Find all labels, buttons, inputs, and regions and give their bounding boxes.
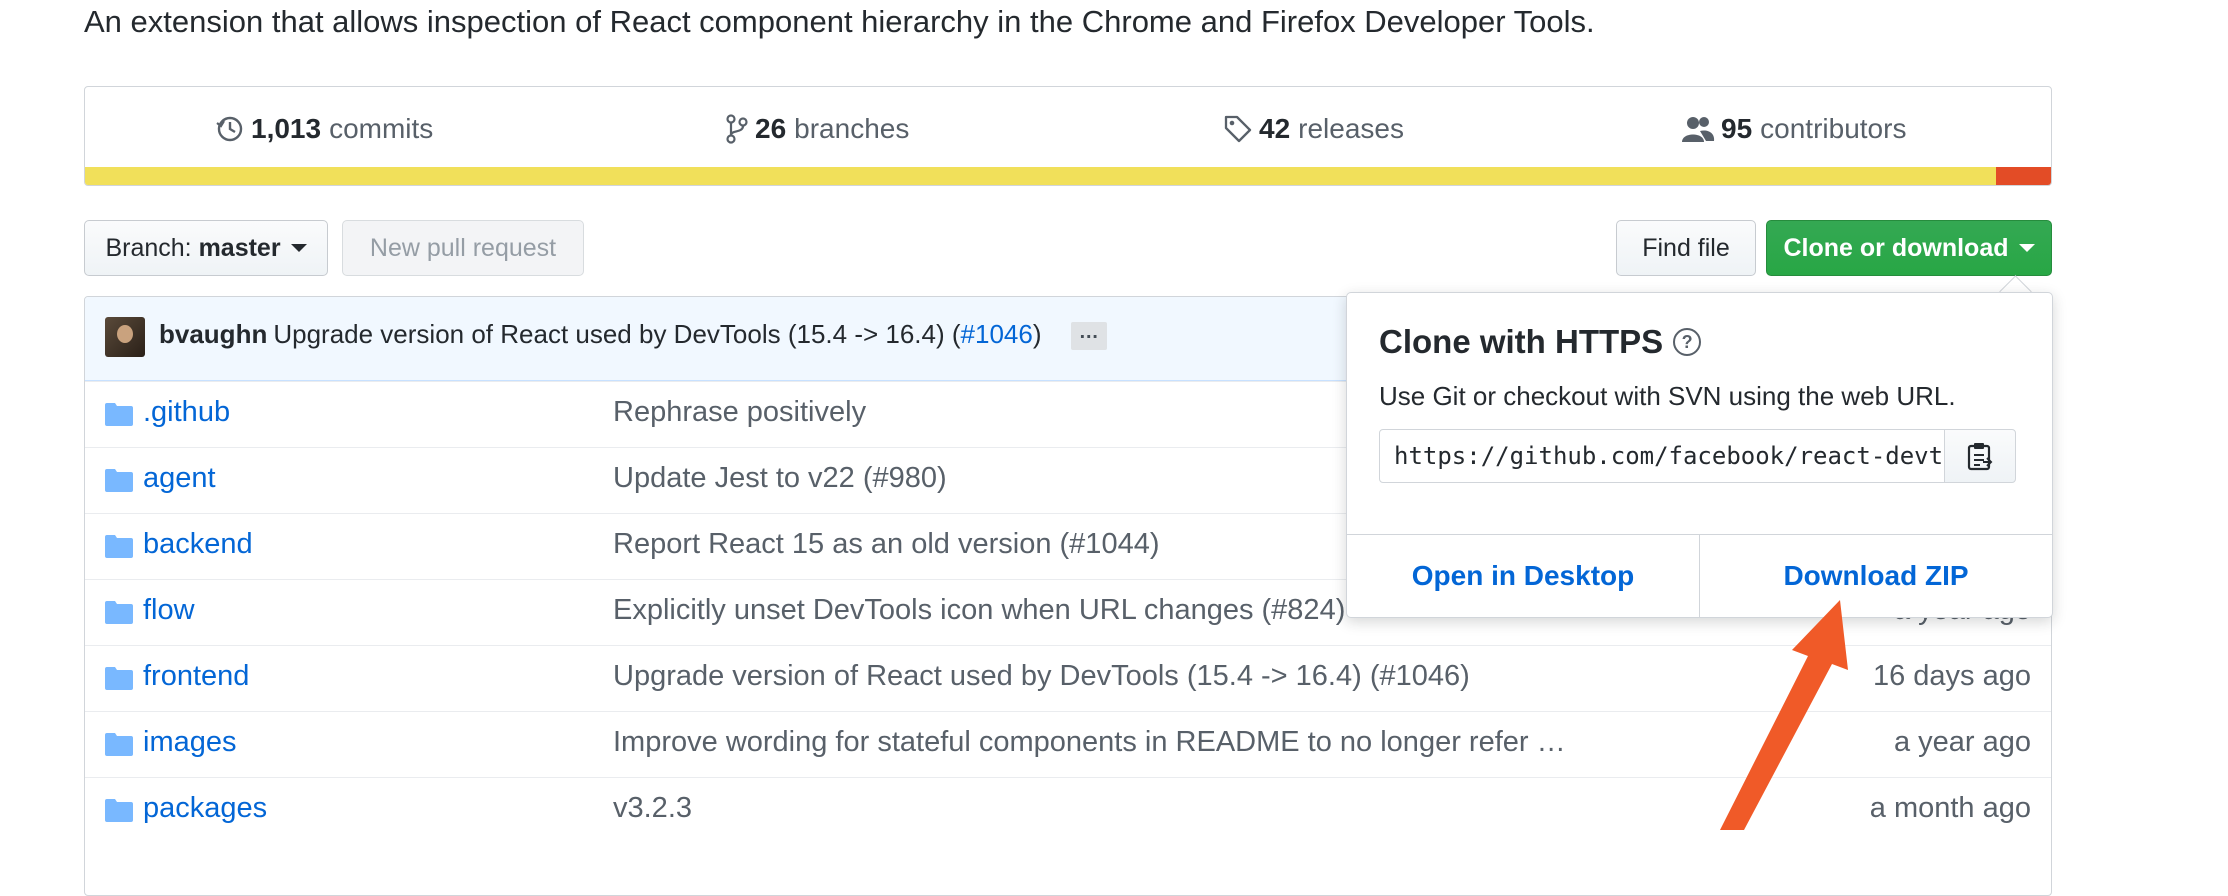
file-name-link[interactable]: .github [143, 396, 230, 429]
file-name-link[interactable]: frontend [143, 660, 249, 693]
branch-name: master [198, 233, 281, 262]
file-name-link[interactable]: flow [143, 594, 195, 627]
find-file-button[interactable]: Find file [1616, 220, 1756, 276]
folder-icon [105, 667, 133, 690]
clone-download-label: Clone or download [1783, 233, 2009, 262]
language-segment [1995, 167, 2051, 185]
avatar[interactable] [105, 317, 145, 357]
contributors-count: 95 [1721, 113, 1753, 144]
popover-title: Clone with HTTPS ? [1379, 323, 1702, 361]
branches-stat[interactable]: 26 branches [725, 109, 909, 149]
branch-select-button[interactable]: Branch: master [84, 220, 328, 276]
clone-popover: Clone with HTTPS ? Use Git or checkout w… [1346, 292, 2053, 618]
branches-label: branches [794, 113, 910, 144]
file-commit-message[interactable]: Report React 15 as an old version (#1044… [613, 528, 1159, 561]
popover-subtitle: Use Git or checkout with SVN using the w… [1379, 381, 1956, 411]
new-pull-request-button[interactable]: New pull request [342, 220, 584, 276]
releases-label: releases [1298, 113, 1404, 144]
commit-message[interactable]: Upgrade version of React used by DevTool… [273, 319, 960, 349]
repo-description: An extension that allows inspection of R… [84, 4, 1595, 39]
tag-icon [1223, 114, 1253, 144]
open-in-desktop-button[interactable]: Open in Desktop [1347, 535, 1699, 617]
annotation-arrow-icon [1720, 600, 1848, 830]
folder-icon [105, 799, 133, 822]
file-commit-message[interactable]: Rephrase positively [613, 396, 866, 429]
commits-count: 1,013 [251, 113, 322, 144]
commit-author[interactable]: bvaughn [159, 319, 267, 349]
git-branch-icon [725, 113, 749, 145]
commits-stat[interactable]: 1,013 commits [215, 109, 433, 149]
folder-icon [105, 733, 133, 756]
repo-summary: 1,013 commits 26 branches 42 releases 95… [84, 86, 2052, 186]
caret-down-icon [290, 244, 307, 252]
contributors-label: contributors [1760, 113, 1907, 144]
copy-url-button[interactable] [1944, 429, 2016, 483]
people-icon [1681, 115, 1715, 143]
contributors-stat[interactable]: 95 contributors [1681, 109, 1906, 149]
file-commit-message[interactable]: Improve wording for stateful components … [613, 726, 1566, 759]
clone-or-download-button[interactable]: Clone or download [1766, 220, 2052, 276]
question-icon[interactable]: ? [1673, 328, 1702, 356]
commit-pr-link[interactable]: #1046 [961, 319, 1033, 349]
clipboard-icon [1967, 443, 1993, 471]
commit-message-close: ) [1032, 319, 1042, 349]
folder-icon [105, 403, 133, 426]
file-commit-message[interactable]: Update Jest to v22 (#980) [613, 462, 947, 495]
popover-title-text: Clone with HTTPS [1379, 323, 1664, 360]
file-name-link[interactable]: agent [143, 462, 216, 495]
file-name-link[interactable]: backend [143, 528, 253, 561]
history-icon [215, 114, 245, 144]
language-segment [85, 167, 1996, 185]
file-commit-message[interactable]: v3.2.3 [613, 792, 692, 825]
releases-count: 42 [1259, 113, 1291, 144]
file-commit-message[interactable]: Explicitly unset DevTools icon when URL … [613, 594, 1345, 627]
branch-prefix: Branch: [105, 233, 192, 262]
branches-count: 26 [755, 113, 787, 144]
expand-commit-button[interactable]: … [1070, 322, 1107, 351]
caret-down-icon [2018, 244, 2035, 252]
folder-icon [105, 469, 133, 492]
clone-url-input[interactable]: https://github.com/facebook/react-devtoo… [1379, 429, 1945, 483]
file-commit-message[interactable]: Upgrade version of React used by DevTool… [613, 660, 1470, 693]
folder-icon [105, 601, 133, 624]
file-name-link[interactable]: images [143, 726, 237, 759]
file-age: a year ago [1893, 726, 2031, 758]
folder-icon [105, 535, 133, 558]
releases-stat[interactable]: 42 releases [1223, 109, 1404, 149]
language-bar[interactable] [85, 167, 2051, 185]
commits-label: commits [329, 113, 434, 144]
latest-commit-text: bvaughn Upgrade version of React used by … [159, 319, 1107, 351]
file-name-link[interactable]: packages [143, 792, 267, 825]
